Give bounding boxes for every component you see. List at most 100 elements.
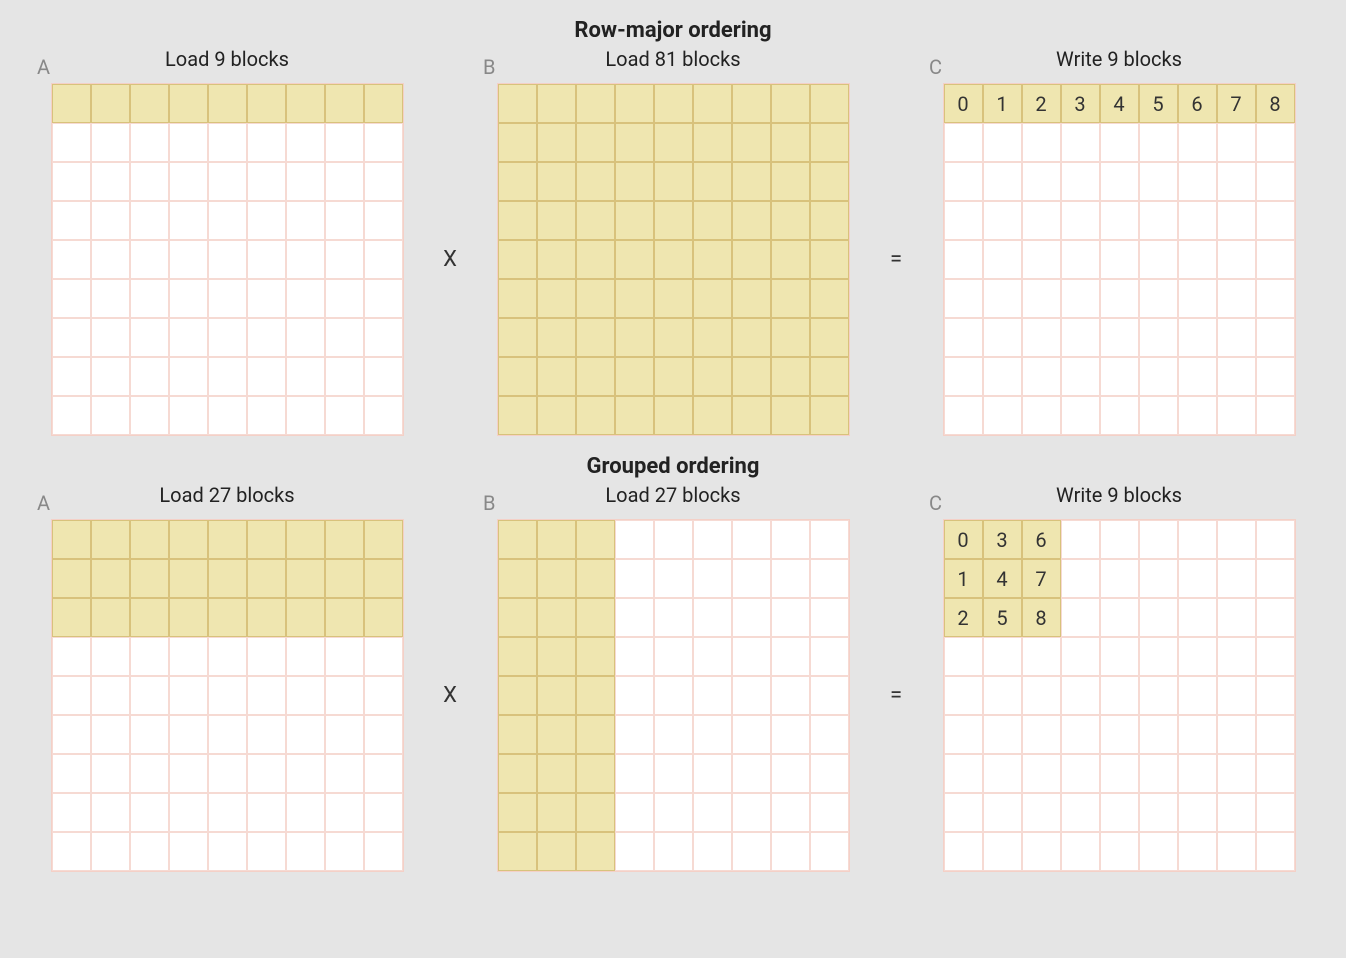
grid-cell: [364, 123, 403, 162]
grid-cell: [771, 357, 810, 396]
grid-cell: [1256, 201, 1295, 240]
caption-row-major-a: Load 9 blocks: [37, 47, 417, 71]
grid-cell: [169, 279, 208, 318]
grid-cell: [576, 793, 615, 832]
grid-cell: [654, 676, 693, 715]
grid-cell: [944, 162, 983, 201]
grid-cell: [576, 520, 615, 559]
grid-cell: [247, 240, 286, 279]
grid-cell: [325, 357, 364, 396]
caption-row-major-c: Write 9 blocks: [929, 47, 1309, 71]
grid-cell: [1100, 637, 1139, 676]
grid-cell: [944, 357, 983, 396]
grid-cell: [537, 279, 576, 318]
grid-cell: [364, 357, 403, 396]
grid-cell: [247, 676, 286, 715]
grid-cell: [91, 396, 130, 435]
grid-cell: [771, 715, 810, 754]
matrix-letter-b: B: [483, 491, 495, 515]
grid-cell: [364, 318, 403, 357]
grid-cell: [364, 598, 403, 637]
grid-cell: [1178, 598, 1217, 637]
grid-cell: [1139, 793, 1178, 832]
grid-cell: [130, 84, 169, 123]
grid-cell: [1061, 559, 1100, 598]
grid-cell: [732, 676, 771, 715]
grid-cell: [537, 520, 576, 559]
grid-cell: [52, 240, 91, 279]
grid-cell: [1061, 676, 1100, 715]
grid-cell: [208, 676, 247, 715]
grid-cell: [52, 520, 91, 559]
grid-cell: [983, 357, 1022, 396]
grid-cell: [693, 598, 732, 637]
grid-cell: [91, 676, 130, 715]
grid-cell: [498, 559, 537, 598]
grid-cell: [1256, 559, 1295, 598]
grid-cell: [1256, 279, 1295, 318]
grid-cell: 4: [1100, 84, 1139, 123]
grid-cell: [771, 676, 810, 715]
grid-cell: [771, 279, 810, 318]
grid-cell: [498, 279, 537, 318]
grid-cell: [1256, 715, 1295, 754]
grid-cell: [247, 318, 286, 357]
grid-cell: 5: [1139, 84, 1178, 123]
grid-cell: [654, 793, 693, 832]
matrix-letter-b: B: [483, 55, 495, 79]
grid-cell: [1100, 793, 1139, 832]
grid-cell: [247, 715, 286, 754]
grid-cell: [615, 84, 654, 123]
grid-cell: [771, 520, 810, 559]
grid-cell: [208, 396, 247, 435]
grid-cell: [247, 832, 286, 871]
grid-cell: [810, 357, 849, 396]
grid-cell: [654, 201, 693, 240]
grid-cell: 6: [1022, 520, 1061, 559]
grid-cell: [130, 520, 169, 559]
grid-cell: [1217, 357, 1256, 396]
grid-cell: [498, 357, 537, 396]
grid-cell: [208, 357, 247, 396]
grid-cell: [169, 84, 208, 123]
grid-cell: [1061, 793, 1100, 832]
grid-cell: [364, 84, 403, 123]
grid-cell: [208, 637, 247, 676]
grid-cell: [1100, 832, 1139, 871]
grid-cell: [615, 676, 654, 715]
grid-cell: [247, 357, 286, 396]
grid-cell: [208, 84, 247, 123]
grid-cell: [1217, 793, 1256, 832]
grid-cell: [537, 396, 576, 435]
grid-cell: [169, 676, 208, 715]
grid-cell: [944, 201, 983, 240]
grid-cell: [325, 240, 364, 279]
grid-cell: [537, 318, 576, 357]
grid-cell: [810, 162, 849, 201]
grid-cell: [944, 637, 983, 676]
grid-cell: [286, 715, 325, 754]
grid-cell: [1100, 201, 1139, 240]
grid-cell: [498, 123, 537, 162]
grid-cell: [771, 754, 810, 793]
grid-cell: [537, 201, 576, 240]
grid-cell: [286, 84, 325, 123]
grid-cell: [615, 240, 654, 279]
grid-cell: [91, 715, 130, 754]
grid-cell: [286, 396, 325, 435]
grid-cell: [1217, 318, 1256, 357]
grid-cell: [91, 637, 130, 676]
grid-cell: [1256, 396, 1295, 435]
grid-cell: [1256, 123, 1295, 162]
grid-cell: [615, 396, 654, 435]
grid-cell: [810, 832, 849, 871]
grid-cell: [498, 793, 537, 832]
grid-cell: [1217, 598, 1256, 637]
grid-cell: [1139, 162, 1178, 201]
grid-cell: [325, 793, 364, 832]
grid-cell: [1100, 559, 1139, 598]
grid-cell: [52, 715, 91, 754]
grid-cell: [732, 754, 771, 793]
grid-cell: [615, 715, 654, 754]
grid-cell: [810, 676, 849, 715]
